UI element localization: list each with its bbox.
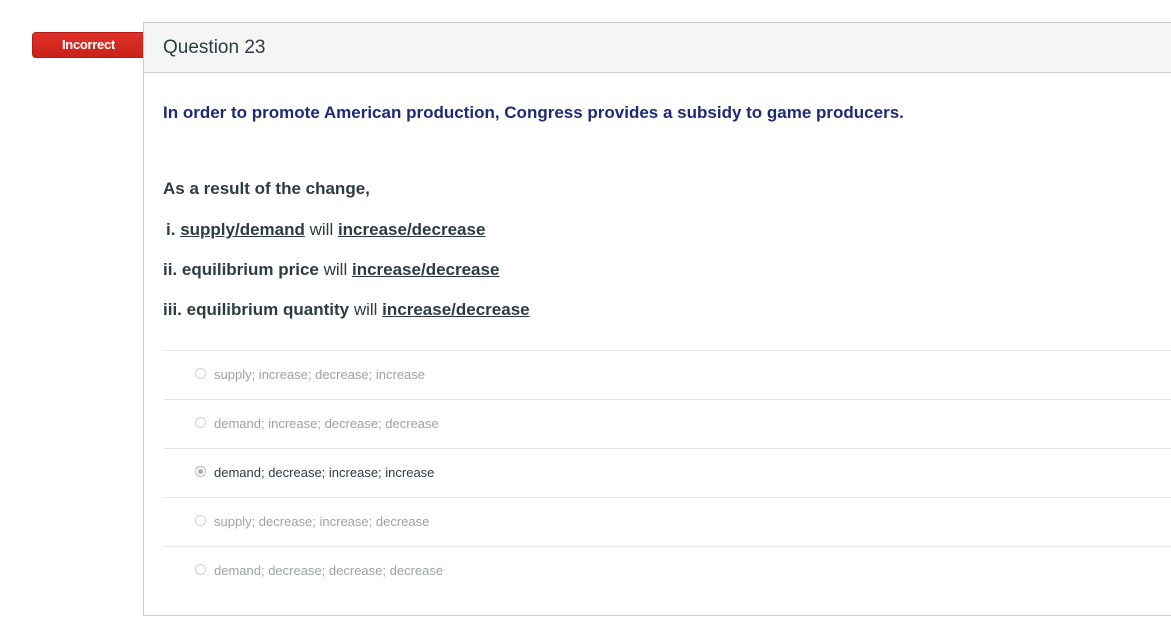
question-title: Question 23 xyxy=(144,23,1171,73)
statement-will: will xyxy=(353,300,378,319)
statement-line-3: iii. equilibrium quantity will increase/… xyxy=(163,300,530,320)
statement-will: will xyxy=(323,260,348,279)
answer-label: demand; increase; decrease; decrease xyxy=(214,416,439,431)
statement-choice: increase/decrease xyxy=(382,300,530,319)
answer-label: supply; increase; decrease; increase xyxy=(214,367,426,382)
answer-label: supply; decrease; increase; decrease xyxy=(214,514,430,529)
statement-will: will xyxy=(309,220,334,239)
statement-prefix: i. xyxy=(166,220,176,239)
radio-button[interactable] xyxy=(195,368,206,379)
answer-label: demand; decrease; increase; increase xyxy=(214,465,435,480)
statement-subject: equilibrium price xyxy=(181,260,319,279)
radio-button[interactable] xyxy=(195,564,206,575)
statement-prefix: iii. xyxy=(163,300,182,319)
result-intro: As a result of the change, xyxy=(163,179,370,198)
question-prompt: In order to promote American production,… xyxy=(163,103,904,122)
radio-button-selected[interactable] xyxy=(195,466,206,477)
statement-prefix: ii. xyxy=(163,260,178,279)
answer-option-5[interactable]: demand; decrease; decrease; decrease xyxy=(163,546,1171,595)
answer-option-3[interactable]: demand; decrease; increase; increase xyxy=(163,448,1171,497)
statement-choice: increase/decrease xyxy=(351,260,500,279)
answer-option-1[interactable]: supply; increase; decrease; increase xyxy=(163,350,1171,399)
question-card: Question 23 In order to promote American… xyxy=(143,22,1171,616)
statement-line-1: i. supply/demand will increase/decrease xyxy=(166,220,485,240)
statement-subject: supply/demand xyxy=(180,220,305,239)
answer-label: demand; decrease; decrease; decrease xyxy=(214,563,444,578)
status-badge: Incorrect xyxy=(32,32,151,58)
answer-option-4[interactable]: supply; decrease; increase; decrease xyxy=(163,497,1171,546)
statement-line-2: ii. equilibrium price will increase/decr… xyxy=(163,260,499,280)
radio-button[interactable] xyxy=(195,515,206,526)
answer-option-2[interactable]: demand; increase; decrease; decrease xyxy=(163,399,1171,448)
radio-button[interactable] xyxy=(195,417,206,428)
statement-choice: increase/decrease xyxy=(337,220,486,239)
answer-list: supply; increase; decrease; increase dem… xyxy=(163,350,1171,595)
statement-subject: equilibrium quantity xyxy=(186,300,350,319)
